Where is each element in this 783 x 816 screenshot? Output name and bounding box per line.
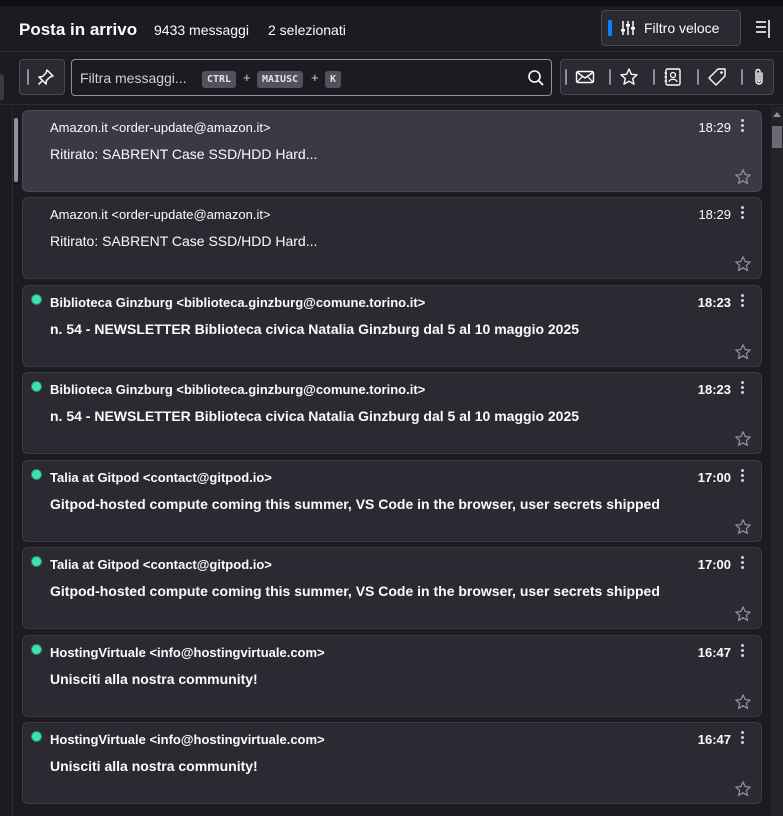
unread-dot-icon[interactable] (32, 732, 41, 741)
message-sender: HostingVirtuale <info@hostingvirtuale.co… (50, 732, 325, 747)
scroll-up-arrow-icon[interactable] (773, 112, 781, 117)
folder-title: Posta in arrivo (19, 20, 138, 39)
star-icon[interactable] (734, 255, 752, 278)
message-sender: Talia at Gitpod <contact@gitpod.io> (50, 470, 272, 485)
star-icon[interactable] (734, 168, 752, 191)
thread-pane-header: Posta in arrivo 9433 messaggi 2 selezion… (0, 6, 783, 52)
more-options-icon[interactable] (737, 380, 747, 396)
drag-grip (609, 69, 611, 85)
sliders-icon (621, 21, 635, 35)
filter-search-input[interactable]: Filtra messaggi... CTRL + MAIUSC + K (71, 59, 552, 96)
unread-dot-icon[interactable] (32, 645, 41, 654)
tag-icon (708, 68, 726, 86)
message-time: 16:47 (697, 732, 731, 747)
more-options-icon[interactable] (737, 730, 747, 746)
tags-filter-button[interactable] (693, 60, 737, 94)
paperclip-icon (755, 68, 763, 85)
shortcut-plus: + (243, 70, 251, 85)
filter-placeholder: Filtra messaggi... (80, 70, 187, 86)
list-focus-indicator (14, 118, 18, 182)
message-sender: Amazon.it <order-update@amazon.it> (50, 120, 271, 135)
unread-dot-icon[interactable] (32, 382, 41, 391)
drag-grip (565, 69, 567, 85)
unread-dot-icon[interactable] (32, 470, 41, 479)
drag-grip (27, 69, 29, 85)
message-card[interactable]: Amazon.it <order-update@amazon.it> 18:29 R… (22, 110, 762, 192)
star-icon[interactable] (734, 605, 752, 628)
star-icon (620, 68, 638, 85)
star-icon[interactable] (734, 430, 752, 453)
drag-grip (697, 69, 699, 85)
unread-dot-icon[interactable] (32, 557, 41, 566)
message-card[interactable]: HostingVirtuale <info@hostingvirtuale.co… (22, 722, 762, 804)
address-book-icon (664, 68, 681, 86)
message-sender: Amazon.it <order-update@amazon.it> (50, 207, 271, 222)
message-card[interactable]: Biblioteca Ginzburg <biblioteca.ginzburg… (22, 285, 762, 367)
more-options-icon[interactable] (737, 468, 747, 484)
filter-toggle-group (560, 59, 774, 95)
drag-grip (741, 69, 743, 85)
message-subject: Ritirato: SABRENT Case SSD/HDD Hard... (50, 146, 318, 162)
quick-filter-active-indicator (608, 20, 612, 36)
message-sender: HostingVirtuale <info@hostingvirtuale.co… (50, 645, 325, 660)
scrollbar-thumb[interactable] (772, 126, 782, 148)
message-time: 17:00 (697, 470, 731, 485)
message-card[interactable]: Talia at Gitpod <contact@gitpod.io> 17:00… (22, 547, 762, 629)
message-subject: n. 54 - NEWSLETTER Biblioteca civica Nat… (50, 321, 580, 337)
unread-filter-button[interactable] (561, 60, 605, 94)
message-time: 18:23 (697, 295, 731, 310)
more-options-icon[interactable] (737, 205, 747, 221)
more-options-icon[interactable] (737, 118, 747, 134)
quick-filter-bar: Filtra messaggi... CTRL + MAIUSC + K (0, 53, 783, 105)
message-card[interactable]: Talia at Gitpod <contact@gitpod.io> 17:00… (22, 460, 762, 542)
unread-dot-icon[interactable] (32, 295, 41, 304)
message-card[interactable]: Amazon.it <order-update@amazon.it> 18:29 R… (22, 197, 762, 279)
more-options-icon[interactable] (737, 555, 747, 571)
star-icon[interactable] (734, 780, 752, 803)
shortcut-key-shift: MAIUSC (257, 71, 304, 88)
message-time: 16:47 (697, 645, 731, 660)
message-time: 17:00 (697, 557, 731, 572)
contact-filter-button[interactable] (649, 60, 693, 94)
quick-filter-button[interactable]: Filtro veloce (601, 10, 741, 46)
message-card[interactable]: HostingVirtuale <info@hostingvirtuale.co… (22, 635, 762, 717)
search-icon[interactable] (527, 69, 545, 87)
more-options-icon[interactable] (737, 293, 747, 309)
pin-icon (37, 69, 54, 86)
message-list-scrollbar[interactable] (771, 106, 783, 816)
shortcut-plus: + (311, 70, 319, 85)
message-subject: Gitpod-hosted compute coming this summer… (50, 496, 660, 512)
message-sender: Biblioteca Ginzburg <biblioteca.ginzburg… (50, 382, 426, 397)
message-subject: Unisciti alla nostra community! (50, 758, 258, 774)
message-subject: n. 54 - NEWSLETTER Biblioteca civica Nat… (50, 408, 580, 424)
message-subject: Ritirato: SABRENT Case SSD/HDD Hard... (50, 233, 318, 249)
message-subject: Unisciti alla nostra community! (50, 671, 258, 687)
star-icon[interactable] (734, 518, 752, 541)
message-time: 18:29 (698, 120, 731, 135)
selected-count: 2 selezionati (268, 22, 346, 38)
quick-filter-label: Filtro veloce (644, 20, 720, 36)
shortcut-key-ctrl: CTRL (202, 71, 237, 88)
shortcut-key-k: K (325, 71, 342, 88)
message-sender: Biblioteca Ginzburg <biblioteca.ginzburg… (50, 295, 426, 310)
drag-grip (653, 69, 655, 85)
message-count: 9433 messaggi (154, 22, 249, 38)
star-icon[interactable] (734, 343, 752, 366)
unread-mail-icon (575, 70, 595, 84)
attachment-filter-button[interactable] (737, 60, 773, 94)
message-subject: Gitpod-hosted compute coming this summer… (50, 583, 660, 599)
message-card[interactable]: Biblioteca Ginzburg <biblioteca.ginzburg… (22, 372, 762, 454)
message-sender: Talia at Gitpod <contact@gitpod.io> (50, 557, 272, 572)
list-display-options-icon[interactable] (752, 18, 776, 40)
starred-filter-button[interactable] (605, 60, 649, 94)
star-icon[interactable] (734, 693, 752, 716)
message-time: 18:29 (698, 207, 731, 222)
message-time: 18:23 (697, 382, 731, 397)
pin-filter-button[interactable] (19, 59, 65, 95)
folder-pane-splitter[interactable] (0, 74, 4, 100)
more-options-icon[interactable] (737, 643, 747, 659)
